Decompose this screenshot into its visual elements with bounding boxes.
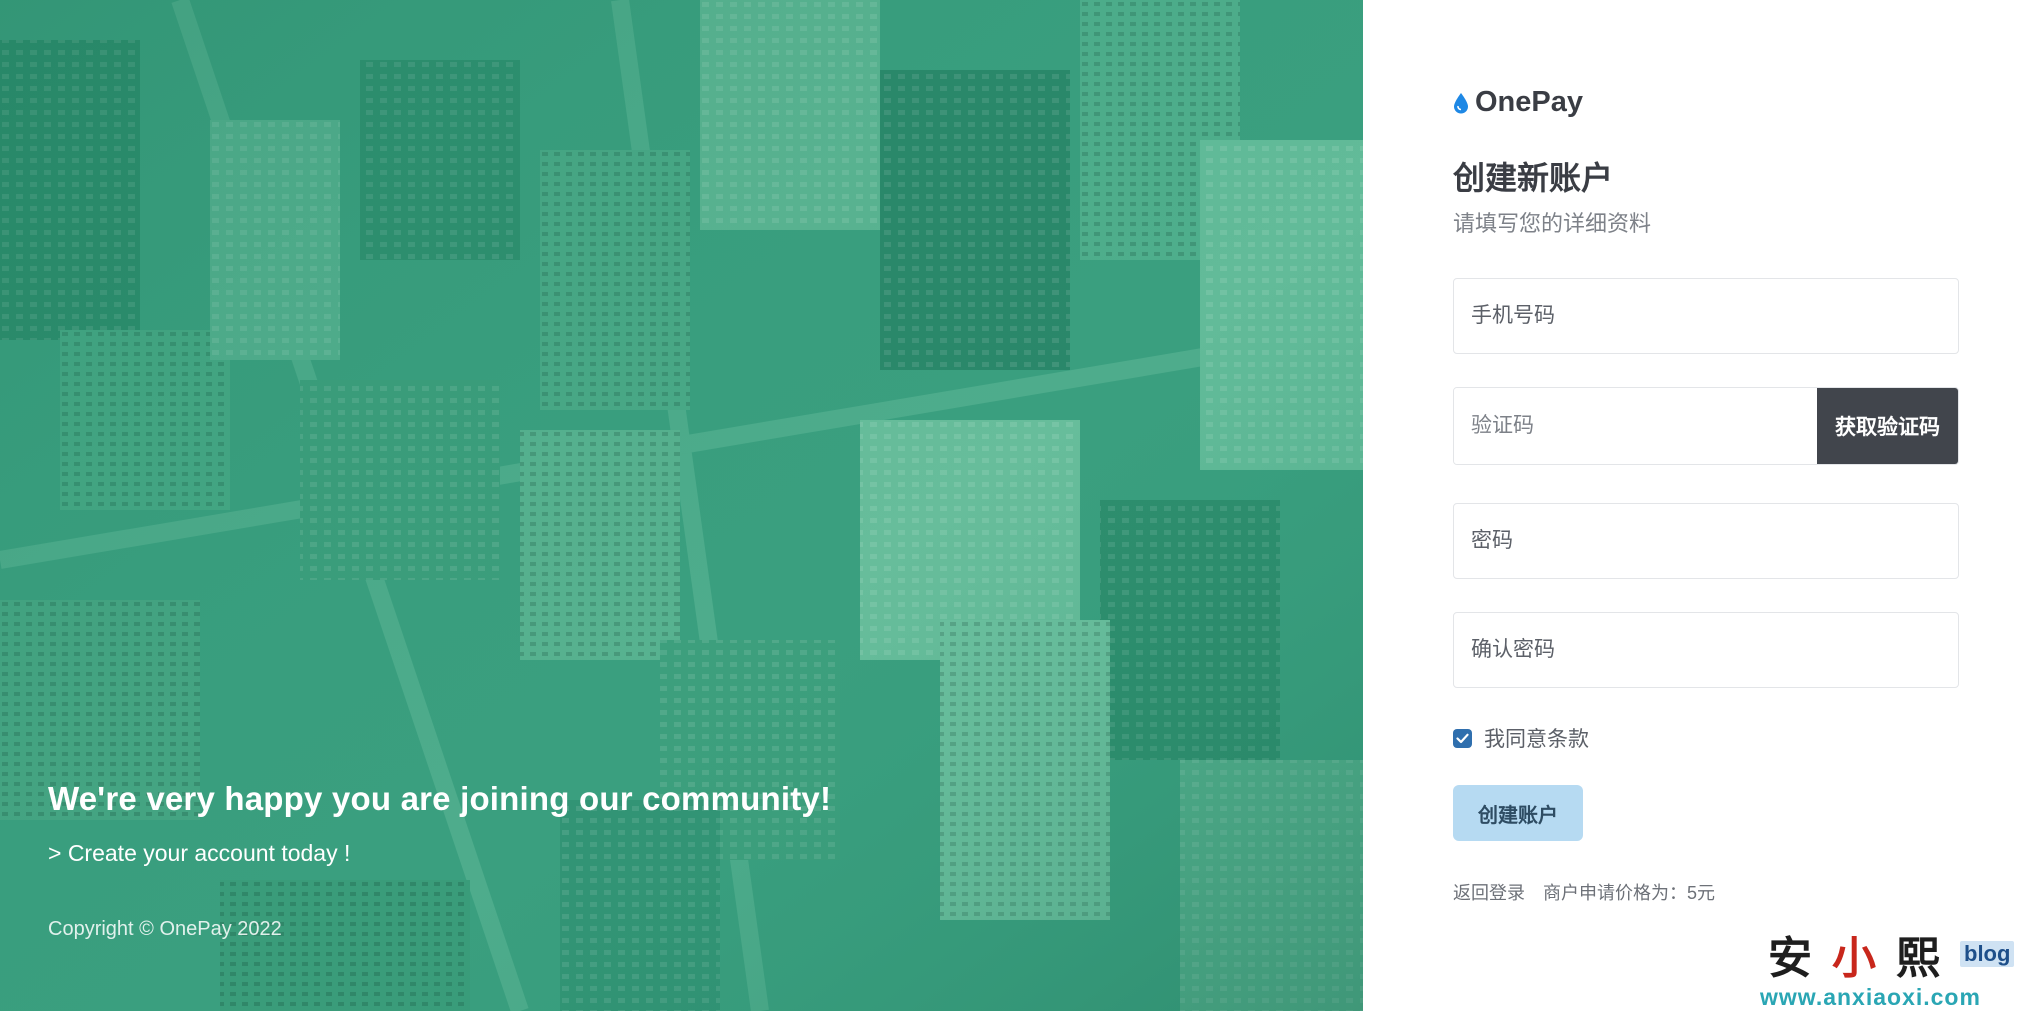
hero-text: We're very happy you are joining our com…	[48, 780, 831, 867]
terms-agreement[interactable]: 我同意条款	[1453, 723, 1589, 753]
create-account-button[interactable]: 创建账户	[1453, 785, 1583, 841]
watermark-char: 安	[1768, 934, 1812, 983]
confirm-password-input[interactable]	[1453, 612, 1959, 688]
hero-panel: We're very happy you are joining our com…	[0, 0, 1363, 1011]
watermark: 安 小 熙 blog www.anxiaoxi.com	[1760, 922, 2030, 1010]
terms-label: 我同意条款	[1484, 728, 1589, 751]
brand-logo: OnePay	[1453, 86, 1583, 119]
check-icon	[1456, 733, 1469, 743]
terms-checkbox[interactable]	[1453, 728, 1472, 748]
watermark-url: www.anxiaoxi.com	[1760, 984, 1981, 1010]
hero-title: We're very happy you are joining our com…	[48, 780, 832, 817]
footer-links: 返回登录 商户申请价格为：5元	[1453, 879, 1715, 905]
back-to-login-link[interactable]: 返回登录	[1453, 879, 1525, 905]
password-input[interactable]	[1453, 503, 1959, 579]
copyright-text: Copyright © OnePay 2022	[48, 918, 282, 940]
form-title: 创建新账户	[1453, 160, 1614, 196]
drop-icon	[1454, 92, 1468, 113]
price-note: 商户申请价格为：5元	[1543, 883, 1716, 903]
verification-code-input[interactable]	[1454, 388, 1817, 464]
signup-panel: OnePay 创建新账户 请填写您的详细资料 获取验证码 我同意条款 创建账户 …	[1363, 0, 2040, 1011]
verification-code-group: 获取验证码	[1453, 387, 1959, 465]
watermark-char: 小	[1832, 934, 1876, 983]
get-code-button[interactable]: 获取验证码	[1817, 388, 1958, 464]
watermark-char: 熙	[1896, 934, 1940, 983]
hero-subtitle: > Create your account today !	[48, 840, 351, 866]
watermark-badge: blog	[1960, 941, 2015, 967]
phone-input[interactable]	[1453, 278, 1959, 354]
form-subtitle: 请填写您的详细资料	[1453, 211, 1652, 236]
brand-name: OnePay	[1475, 86, 1583, 118]
